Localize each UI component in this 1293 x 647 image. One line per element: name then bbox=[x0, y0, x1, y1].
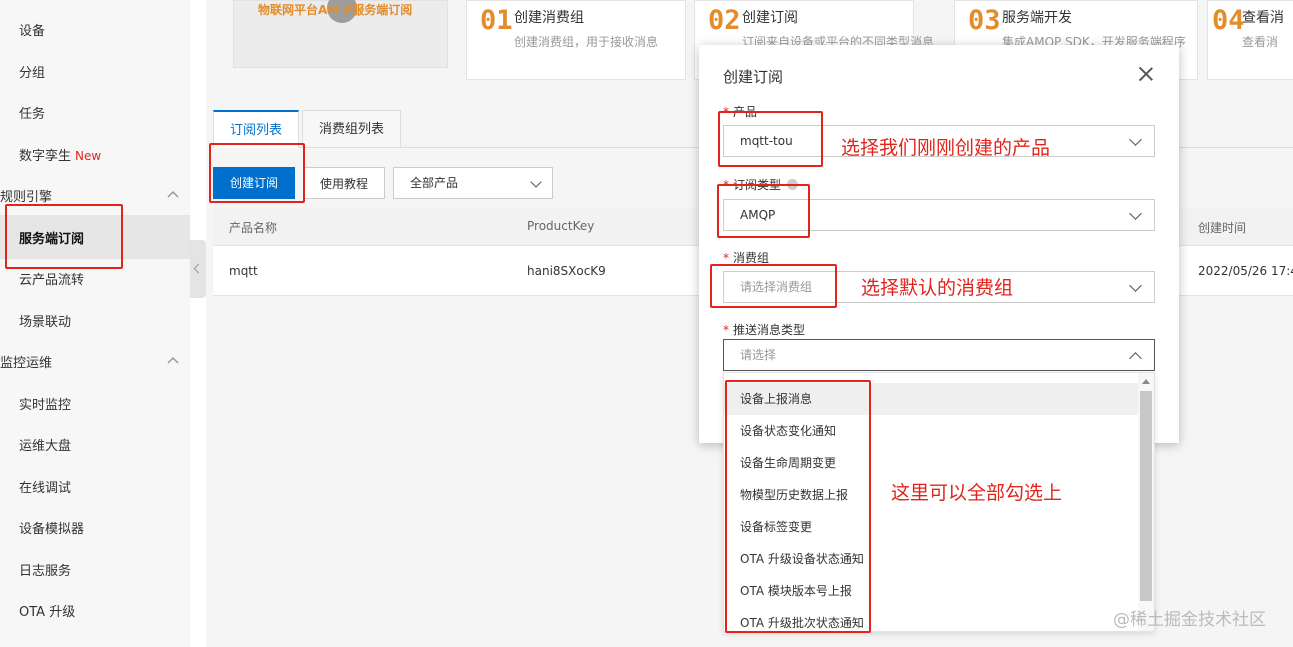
chevron-up-icon[interactable] bbox=[166, 355, 180, 365]
chevron-up-icon bbox=[1129, 352, 1142, 365]
annotation-group-note: 选择默认的消费组 bbox=[861, 277, 1014, 299]
annotation-box-product bbox=[718, 111, 823, 167]
video-banner[interactable]: 物联网平台AM P服务端订阅 bbox=[233, 0, 448, 68]
step-title: 服务端开发 bbox=[1002, 10, 1072, 26]
sidebar-item-cloud-flow[interactable]: 云产品流转 bbox=[19, 269, 84, 288]
sidebar-item-tasks[interactable]: 任务 bbox=[19, 103, 45, 122]
annotation-box-options bbox=[725, 380, 871, 633]
cell-productkey: hani8SXocK9 bbox=[527, 264, 606, 278]
column-header-productkey: ProductKey bbox=[527, 219, 595, 233]
sidebar-item-scene-linkage[interactable]: 场景联动 bbox=[19, 311, 71, 330]
column-header-created-time: 创建时间 bbox=[1198, 221, 1247, 235]
tab-consumer-group-list[interactable]: 消费组列表 bbox=[302, 110, 402, 148]
video-banner-text: 物联网平台AM P服务端订阅 bbox=[258, 3, 413, 17]
chevron-down-icon bbox=[530, 176, 542, 188]
annotation-types-note: 这里可以全部勾选上 bbox=[891, 482, 1063, 504]
sidebar-item-realtime-monitor[interactable]: 实时监控 bbox=[19, 394, 71, 413]
sidebar-item-groups[interactable]: 分组 bbox=[19, 62, 45, 81]
column-header-product-name: 产品名称 bbox=[229, 221, 278, 235]
scroll-up-icon[interactable] bbox=[1142, 379, 1150, 384]
annotation-box-create-button bbox=[209, 143, 305, 203]
new-badge: New bbox=[75, 149, 102, 163]
annotation-product-note: 选择我们刚刚创建的产品 bbox=[841, 137, 1051, 159]
sidebar-item-log-service[interactable]: 日志服务 bbox=[19, 560, 71, 579]
step-number: 01 bbox=[480, 5, 513, 36]
step-title: 查看消 bbox=[1242, 10, 1284, 26]
dialog-title: 创建订阅 bbox=[723, 68, 784, 86]
step-desc: 查看消 bbox=[1242, 35, 1279, 49]
sidebar-item-device-simulator[interactable]: 设备模拟器 bbox=[19, 518, 84, 537]
sidebar-group-rules-engine[interactable]: 规则引擎 bbox=[0, 186, 52, 205]
sidebar-item-online-debug[interactable]: 在线调试 bbox=[19, 477, 71, 496]
product-filter-select[interactable]: 全部产品 bbox=[393, 167, 553, 199]
annotation-box-sidebar bbox=[5, 204, 123, 269]
sidebar-group-monitoring[interactable]: 监控运维 bbox=[0, 352, 52, 371]
close-icon[interactable] bbox=[1137, 65, 1155, 83]
cell-product-name: mqtt bbox=[229, 264, 258, 278]
step-title: 创建消费组 bbox=[514, 10, 584, 26]
step-number: 03 bbox=[968, 5, 1001, 36]
chevron-down-icon bbox=[1129, 207, 1142, 220]
sidebar-item-devices[interactable]: 设备 bbox=[19, 20, 45, 39]
sidebar-collapse-handle[interactable] bbox=[190, 240, 206, 298]
step-number: 02 bbox=[708, 5, 741, 36]
watermark: @稀土掘金技术社区 bbox=[1113, 610, 1266, 630]
cell-created-time: 2022/05/26 17:41:5 bbox=[1198, 264, 1293, 278]
step-card-4: 04 查看消 查看消 bbox=[1207, 0, 1293, 80]
chevron-down-icon bbox=[1129, 133, 1142, 146]
chevron-up-icon[interactable] bbox=[166, 189, 180, 199]
sidebar-item-digital-twin[interactable]: 数字孪生 New bbox=[19, 145, 101, 164]
message-type-label: * 推送消息类型 bbox=[723, 323, 806, 337]
sidebar-item-ota[interactable]: OTA 升级 bbox=[19, 601, 75, 620]
step-number: 04 bbox=[1212, 5, 1245, 36]
message-type-placeholder: 请选择 bbox=[740, 348, 777, 362]
step-card-1: 01 创建消费组 创建消费组，用于接收消息 bbox=[466, 0, 686, 80]
step-title: 创建订阅 bbox=[742, 10, 798, 26]
annotation-box-consumer-group bbox=[710, 264, 837, 308]
chevron-down-icon bbox=[1129, 279, 1142, 292]
tutorial-button[interactable]: 使用教程 bbox=[303, 167, 385, 199]
sidebar-item-ops-dashboard[interactable]: 运维大盘 bbox=[19, 435, 71, 454]
scrollbar-thumb[interactable] bbox=[1140, 391, 1152, 601]
product-filter-value: 全部产品 bbox=[410, 176, 459, 190]
annotation-box-type bbox=[717, 184, 810, 238]
message-type-select[interactable]: 请选择 bbox=[723, 339, 1155, 371]
sidebar-item-label: 数字孪生 bbox=[19, 149, 72, 164]
sidebar: 设备 分组 任务 数字孪生 New 规则引擎 服务端订阅 云产品流转 场景联动 监… bbox=[0, 0, 190, 647]
step-desc: 创建消费组，用于接收消息 bbox=[514, 35, 659, 49]
